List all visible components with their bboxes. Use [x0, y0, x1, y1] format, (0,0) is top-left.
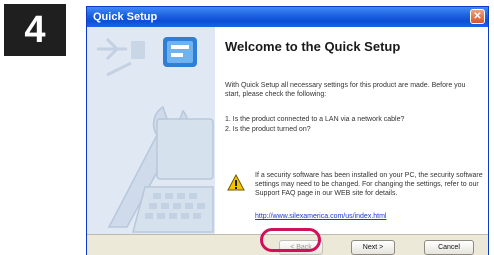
title-bar[interactable]: Quick Setup ✕ — [87, 7, 488, 27]
next-button-highlight — [260, 228, 321, 252]
checklist: 1. Is the product connected to a LAN via… — [225, 115, 480, 135]
close-icon: ✕ — [473, 11, 482, 22]
next-button[interactable]: Next > — [351, 240, 395, 255]
step-number-badge: 4 — [4, 4, 66, 56]
intro-text: With Quick Setup all necessary settings … — [225, 82, 466, 98]
sidebar-illustration-panel — [87, 27, 215, 234]
checklist-item: 2. Is the product turned on? — [225, 126, 311, 133]
page-title: Welcome to the Quick Setup — [225, 39, 401, 54]
setup-tools-illustration-icon — [97, 37, 214, 233]
close-button[interactable]: ✕ — [470, 9, 485, 24]
cancel-button[interactable]: Cancel — [424, 240, 474, 255]
quick-setup-dialog: Quick Setup ✕ Welcome to the Quick Setup… — [86, 6, 489, 255]
window-title: Quick Setup — [93, 11, 158, 23]
checklist-item: 1. Is the product connected to a LAN via… — [225, 116, 405, 123]
content-panel: Welcome to the Quick Setup With Quick Se… — [215, 27, 488, 234]
support-url-link[interactable]: http://www.silexamerica.com/us/index.htm… — [255, 213, 387, 220]
warning-icon — [227, 174, 245, 191]
security-warning-text: If a security software has been installe… — [255, 172, 483, 197]
